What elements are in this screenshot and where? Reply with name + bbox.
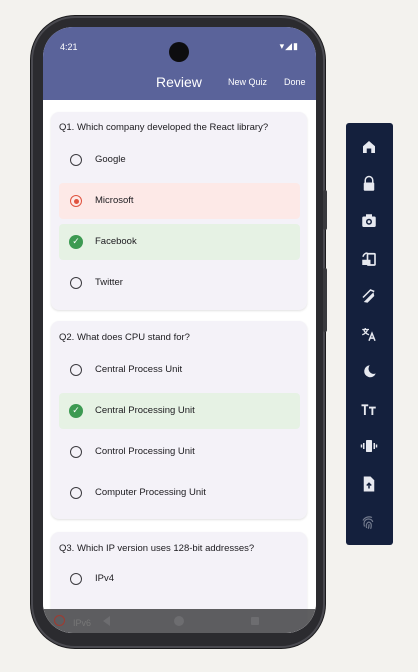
option-row-wrong[interactable]: Microsoft (59, 183, 300, 219)
fingerprint-icon[interactable] (360, 513, 378, 531)
radio-icon[interactable] (70, 487, 82, 499)
file-upload-icon[interactable] (360, 475, 378, 493)
option-row[interactable]: Central Process Unit (59, 352, 300, 388)
phone-screen: 4:21 ▾◢▮ Review New Quiz Done Q1. Which … (43, 27, 316, 633)
camera-icon[interactable] (360, 212, 378, 230)
question-text: Q1. Which company developed the React li… (59, 122, 269, 133)
system-nav-bar: IPv6 (43, 609, 316, 633)
radio-icon[interactable] (70, 573, 82, 585)
radio-icon[interactable] (70, 364, 82, 376)
fold-icon[interactable] (360, 287, 378, 305)
lock-icon[interactable] (360, 175, 378, 193)
vibrate-icon[interactable] (360, 437, 378, 455)
page-title: Review (156, 74, 202, 90)
option-label: Control Processing Unit (95, 446, 195, 457)
review-list[interactable]: Q1. Which company developed the React li… (43, 100, 316, 633)
volume-button[interactable] (323, 268, 327, 332)
option-label: Computer Processing Unit (95, 487, 206, 498)
camera-cutout (169, 42, 189, 62)
option-label: Central Process Unit (95, 364, 183, 375)
option-label: Twitter (95, 277, 123, 288)
power-button[interactable] (323, 190, 327, 230)
option-label: Google (95, 154, 126, 165)
home-icon[interactable] (360, 138, 378, 156)
radio-selected-icon[interactable] (70, 195, 82, 207)
emulator-toolbar (346, 123, 393, 545)
option-label: IPv4 (95, 573, 115, 584)
back-icon[interactable] (103, 616, 110, 626)
recents-icon[interactable] (251, 617, 259, 625)
check-circle-icon: ✓ (69, 235, 83, 249)
status-time: 4:21 (60, 42, 78, 52)
rotate-icon[interactable] (360, 250, 378, 268)
option-row-correct[interactable]: ✓ Facebook (59, 224, 300, 260)
option-label: Central Processing Unit (95, 405, 195, 416)
option-label: Microsoft (95, 195, 134, 206)
new-quiz-button[interactable]: New Quiz (228, 77, 267, 87)
font-size-icon[interactable] (360, 400, 378, 418)
option-row[interactable]: Control Processing Unit (59, 434, 300, 470)
radio-selected-icon (54, 615, 65, 626)
radio-icon[interactable] (70, 277, 82, 289)
question-text: Q2. What does CPU stand for? (59, 332, 190, 343)
done-button[interactable]: Done (284, 77, 306, 87)
check-circle-icon: ✓ (69, 404, 83, 418)
option-row[interactable]: Google (59, 142, 300, 178)
translate-icon[interactable] (360, 325, 378, 343)
option-row[interactable]: Computer Processing Unit (59, 475, 300, 511)
radio-icon[interactable] (70, 446, 82, 458)
option-label: Facebook (95, 236, 137, 247)
question-card: Q2. What does CPU stand for? Central Pro… (51, 321, 307, 519)
option-row[interactable]: Twitter (59, 265, 300, 301)
dark-mode-icon[interactable] (360, 363, 378, 381)
option-row-correct[interactable]: ✓ Central Processing Unit (59, 393, 300, 429)
radio-icon[interactable] (70, 154, 82, 166)
option-label: IPv6 (73, 618, 92, 628)
question-text: Q3. Which IP version uses 128-bit addres… (59, 543, 255, 554)
status-icons: ▾◢▮ (279, 41, 299, 51)
app-bar: 4:21 ▾◢▮ Review New Quiz Done (43, 27, 316, 100)
home-nav-icon[interactable] (174, 616, 184, 626)
option-row[interactable]: IPv4 (59, 561, 300, 597)
question-card: Q1. Which company developed the React li… (51, 112, 307, 310)
